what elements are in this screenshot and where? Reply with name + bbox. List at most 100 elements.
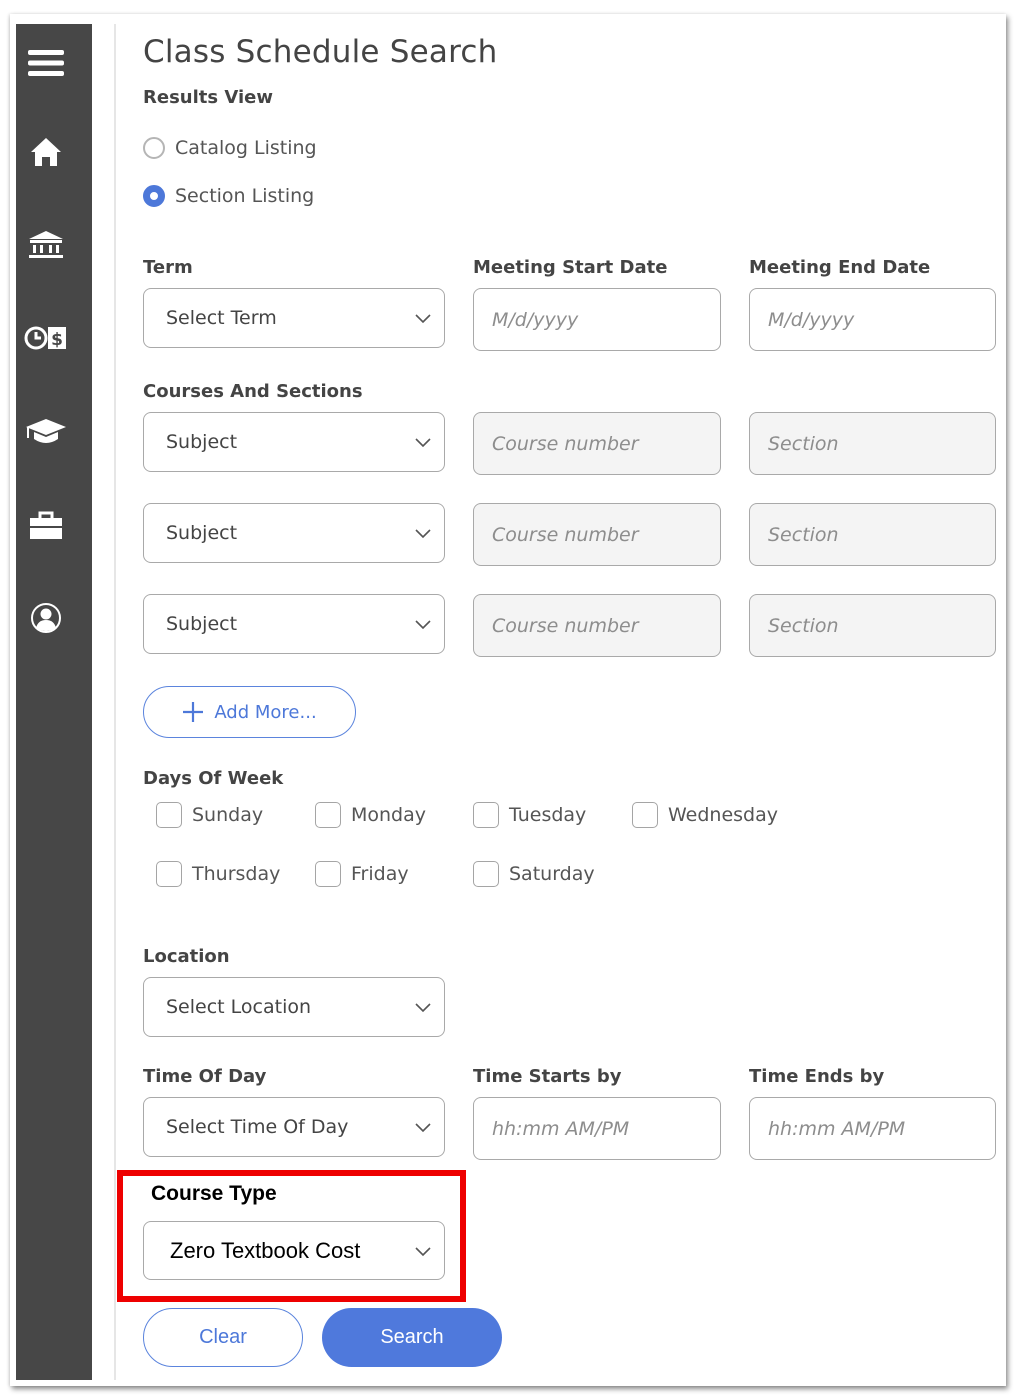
chevron-down-icon: [415, 314, 431, 324]
course-number-input[interactable]: [490, 431, 720, 456]
checkbox-thursday[interactable]: Thursday: [156, 861, 280, 887]
location-select[interactable]: Select Location: [143, 977, 445, 1037]
checkbox[interactable]: [156, 861, 182, 887]
time-ends-label: Time Ends by: [749, 1066, 885, 1087]
checkbox[interactable]: [315, 802, 341, 828]
time-starts-input[interactable]: [490, 1116, 720, 1141]
course-type-label: Course Type: [151, 1182, 277, 1205]
sidebar-item-profile[interactable]: [16, 600, 76, 636]
user-circle-icon: [31, 603, 61, 633]
checkbox[interactable]: [632, 802, 658, 828]
graduation-cap-icon: [26, 419, 66, 443]
time-starts-label: Time Starts by: [473, 1066, 622, 1087]
course-number-field-3[interactable]: [473, 594, 721, 657]
chevron-down-icon: [415, 1003, 431, 1013]
time-ends-input[interactable]: [766, 1116, 995, 1141]
checkbox-monday[interactable]: Monday: [315, 802, 426, 828]
course-type-value: Zero Textbook Cost: [170, 1237, 361, 1263]
checkbox-label: Wednesday: [668, 804, 779, 826]
clock-dollar-icon: $: [24, 326, 66, 350]
days-of-week-label: Days Of Week: [143, 768, 284, 789]
home-icon: [31, 138, 61, 166]
radio-button-selected[interactable]: [143, 185, 165, 207]
subject-select-value: Subject: [166, 613, 238, 635]
courses-sections-label: Courses And Sections: [143, 381, 363, 402]
svg-text:$: $: [51, 330, 63, 350]
checkbox-tuesday[interactable]: Tuesday: [473, 802, 586, 828]
checkbox-label: Saturday: [509, 863, 595, 885]
checkbox-label: Thursday: [192, 863, 281, 885]
sidebar-item-academics[interactable]: [16, 414, 76, 450]
meeting-start-label: Meeting Start Date: [473, 257, 668, 278]
subject-select-value: Subject: [166, 431, 238, 453]
subject-select-3[interactable]: Subject: [143, 594, 445, 654]
checkbox-wednesday[interactable]: Wednesday: [632, 802, 778, 828]
section-input[interactable]: [766, 522, 995, 547]
section-field-3[interactable]: [749, 594, 996, 657]
subject-select-2[interactable]: Subject: [143, 503, 445, 563]
course-number-input[interactable]: [490, 613, 720, 638]
location-select-value: Select Location: [166, 996, 312, 1018]
hamburger-menu-icon: [28, 50, 64, 76]
radio-button[interactable]: [143, 137, 165, 159]
time-of-day-label: Time Of Day: [143, 1066, 267, 1087]
section-input[interactable]: [766, 431, 995, 456]
checkbox-label: Monday: [351, 804, 427, 826]
checkbox[interactable]: [315, 861, 341, 887]
checkbox-saturday[interactable]: Saturday: [473, 861, 595, 887]
meeting-end-date-input[interactable]: [766, 307, 995, 332]
meeting-end-date-field[interactable]: [749, 288, 996, 351]
section-field-1[interactable]: [749, 412, 996, 475]
add-more-label: Add More...: [214, 701, 317, 723]
meeting-start-date-input[interactable]: [490, 307, 720, 332]
sidebar-item-financial[interactable]: $: [16, 320, 76, 356]
sidebar-item-institution[interactable]: [16, 227, 76, 263]
clear-button[interactable]: Clear: [143, 1308, 303, 1367]
course-number-field-1[interactable]: [473, 412, 721, 475]
sidebar-item-home[interactable]: [16, 134, 76, 170]
checkbox[interactable]: [473, 861, 499, 887]
checkbox-label: Sunday: [192, 804, 264, 826]
radio-catalog-listing[interactable]: Catalog Listing: [143, 137, 317, 159]
checkbox-friday[interactable]: Friday: [315, 861, 409, 887]
results-view-label: Results View: [143, 87, 273, 108]
add-more-button[interactable]: Add More...: [143, 686, 356, 738]
checkbox[interactable]: [156, 802, 182, 828]
section-input[interactable]: [766, 613, 995, 638]
plus-icon: [183, 702, 204, 722]
course-type-select[interactable]: Zero Textbook Cost: [143, 1221, 445, 1280]
search-button[interactable]: Search: [322, 1308, 502, 1367]
page-title: Class Schedule Search: [143, 34, 498, 70]
term-select[interactable]: Select Term: [143, 288, 445, 348]
chevron-down-icon: [415, 1246, 431, 1256]
bank-building-icon: [29, 231, 63, 258]
term-select-value: Select Term: [166, 307, 277, 329]
time-starts-field[interactable]: [473, 1097, 721, 1160]
checkbox-label: Tuesday: [509, 804, 587, 826]
sidebar-item-employment[interactable]: [16, 507, 76, 543]
checkbox-sunday[interactable]: Sunday: [156, 802, 263, 828]
time-of-day-value: Select Time Of Day: [166, 1116, 349, 1138]
briefcase-icon: [30, 511, 62, 539]
term-label: Term: [143, 257, 193, 278]
section-field-2[interactable]: [749, 503, 996, 566]
chevron-down-icon: [415, 620, 431, 630]
checkbox-label: Friday: [351, 863, 409, 885]
course-number-input[interactable]: [490, 522, 720, 547]
course-number-field-2[interactable]: [473, 503, 721, 566]
checkbox[interactable]: [473, 802, 499, 828]
meeting-start-date-field[interactable]: [473, 288, 721, 351]
chevron-down-icon: [415, 529, 431, 539]
radio-label: Section Listing: [175, 185, 315, 207]
chevron-down-icon: [415, 1123, 431, 1133]
subject-select-1[interactable]: Subject: [143, 412, 445, 472]
radio-label: Catalog Listing: [175, 137, 317, 159]
chevron-down-icon: [415, 438, 431, 448]
sidebar-divider: [114, 24, 116, 1380]
radio-section-listing[interactable]: Section Listing: [143, 185, 314, 207]
subject-select-value: Subject: [166, 522, 238, 544]
sidebar-item-menu[interactable]: [16, 46, 76, 80]
time-ends-field[interactable]: [749, 1097, 996, 1160]
time-of-day-select[interactable]: Select Time Of Day: [143, 1097, 445, 1157]
location-label: Location: [143, 946, 230, 967]
